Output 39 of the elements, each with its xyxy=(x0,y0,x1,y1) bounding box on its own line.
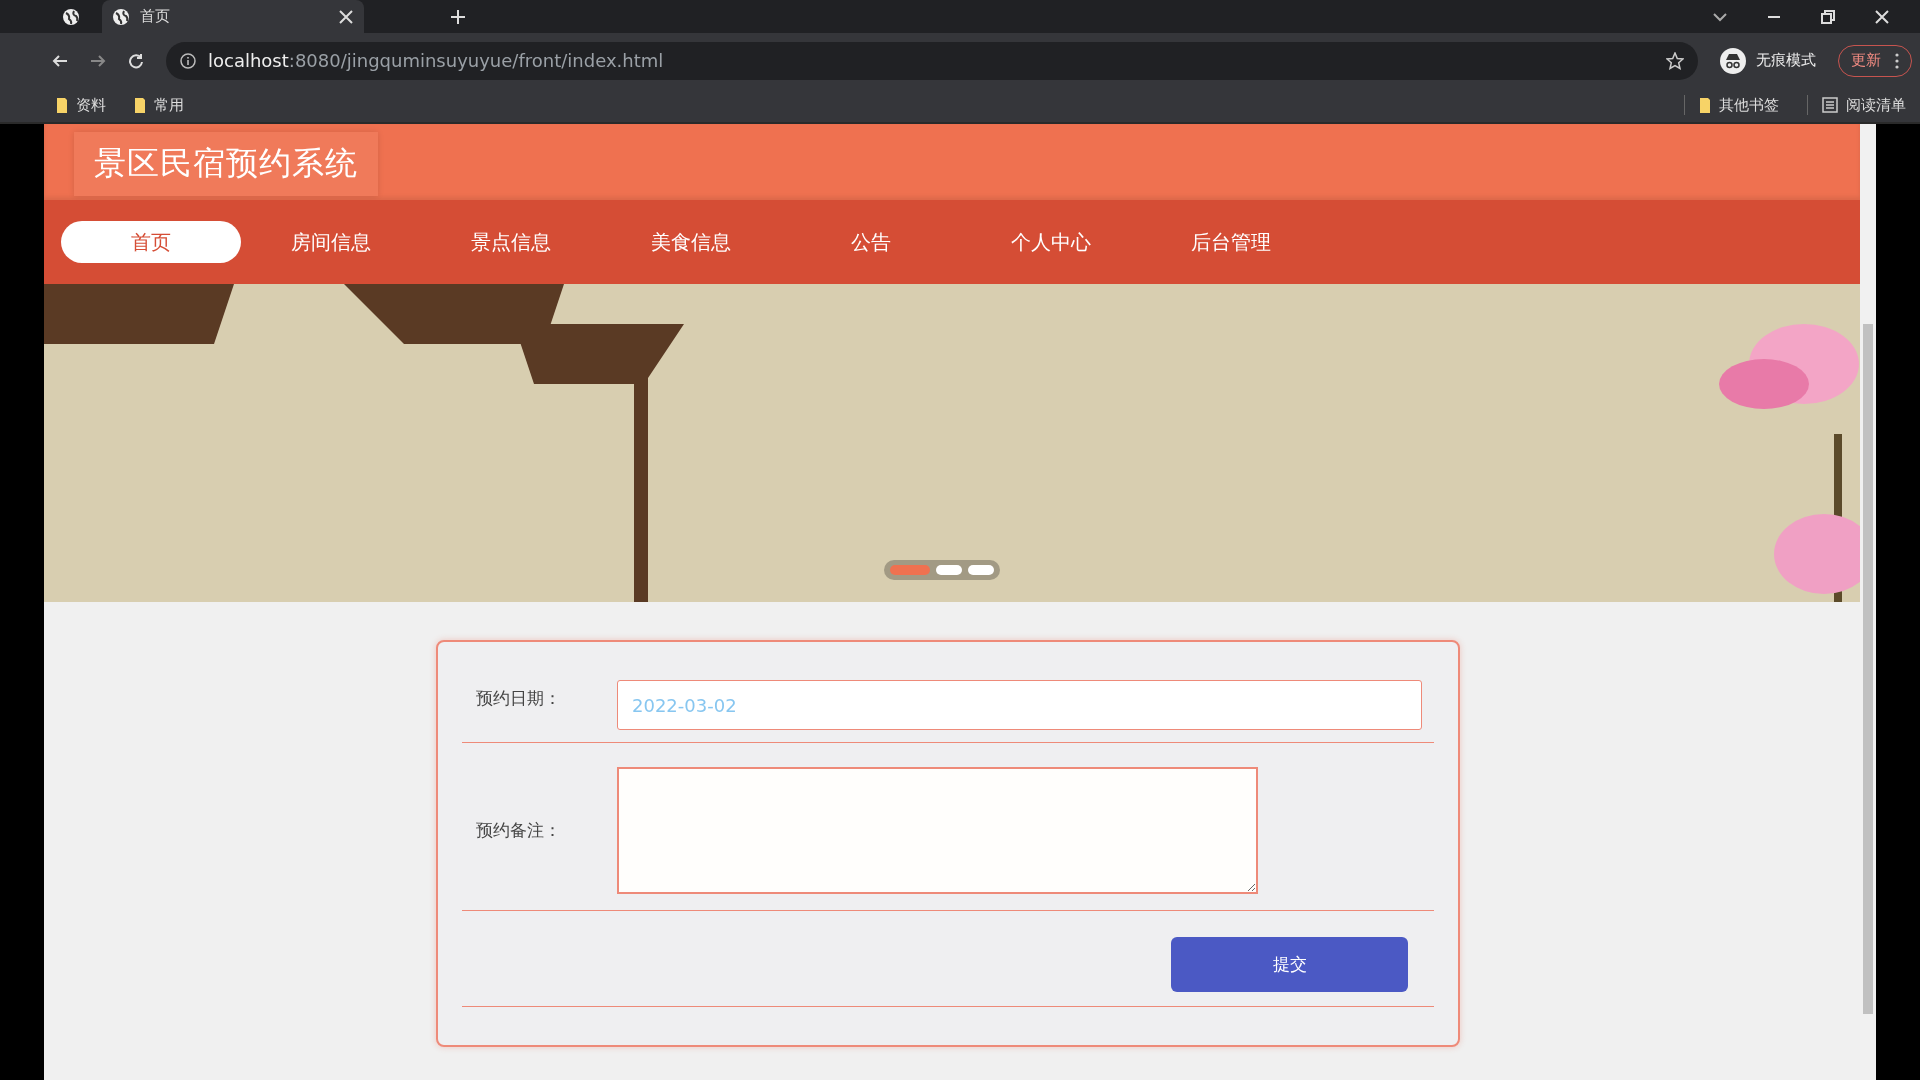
nav-tab[interactable]: 美食信息 xyxy=(601,221,781,263)
more-icon[interactable] xyxy=(1895,52,1899,69)
tab-title: 首页 xyxy=(140,7,171,26)
url-text: localhost:8080/jingquminsuyuyue/front/index.html xyxy=(208,50,664,71)
bookmark-item[interactable]: 其他书签 xyxy=(1699,95,1779,115)
browser-tab[interactable]: 首页 xyxy=(102,0,364,33)
globe-icon xyxy=(112,7,130,26)
field-label: 预约备注： xyxy=(475,819,562,842)
info-icon xyxy=(180,52,196,69)
scrollbar-thumb[interactable] xyxy=(1863,324,1873,1014)
back-icon[interactable] xyxy=(52,52,68,69)
field-label: 预约日期： xyxy=(475,686,562,710)
restore-icon[interactable] xyxy=(1820,8,1836,25)
list-icon xyxy=(1822,97,1838,113)
close-icon[interactable] xyxy=(338,8,354,25)
nav-tab[interactable]: 后台管理 xyxy=(1141,221,1321,263)
nav-tab[interactable]: 个人中心 xyxy=(961,221,1141,263)
star-icon[interactable] xyxy=(1666,51,1684,70)
nav-tab[interactable]: 公告 xyxy=(781,221,961,263)
incognito-icon[interactable] xyxy=(1720,47,1746,74)
nav-tab[interactable]: 首页 xyxy=(61,221,241,263)
bookmark-item[interactable]: 资料 xyxy=(56,95,106,115)
reload-icon[interactable] xyxy=(128,52,144,69)
forward-icon[interactable] xyxy=(90,52,106,69)
address-bar[interactable]: localhost:8080/jingquminsuyuyue/front/index.html xyxy=(166,41,1698,80)
close-icon[interactable] xyxy=(1874,8,1890,25)
folder-icon xyxy=(56,96,68,114)
incognito-label: 无痕模式 xyxy=(1756,51,1816,70)
folder-icon xyxy=(134,96,146,114)
globe-icon[interactable] xyxy=(62,7,80,26)
new-tab-icon[interactable] xyxy=(450,8,466,25)
folder-icon xyxy=(1699,96,1711,114)
notes-field[interactable] xyxy=(617,767,1258,894)
nav-tab[interactable]: 景点信息 xyxy=(421,221,601,263)
submit-button[interactable]: 提交 xyxy=(1171,937,1408,992)
reading-list-button[interactable]: 阅读清单 xyxy=(1822,95,1906,115)
nav-tab[interactable]: 房间信息 xyxy=(241,221,421,263)
bookmark-item[interactable]: 常用 xyxy=(134,95,184,115)
site-title: 景区民宿预约系统 xyxy=(74,132,378,196)
